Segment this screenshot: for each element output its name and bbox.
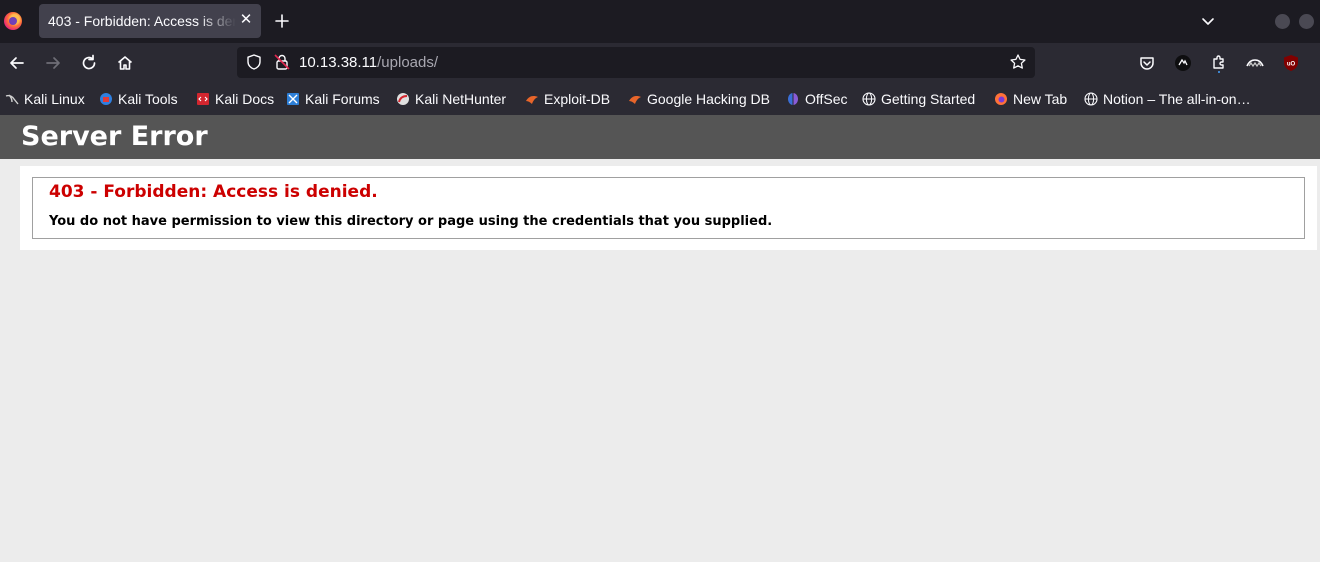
- error-fieldset: 403 - Forbidden: Access is denied. You d…: [32, 177, 1305, 239]
- offsec-icon: [788, 93, 798, 105]
- firefox-icon: [995, 93, 1007, 105]
- pocket-icon[interactable]: [1137, 53, 1157, 73]
- url-bar[interactable]: 10.13.38.11/uploads/: [237, 47, 1035, 78]
- bookmark-kali-nethunter[interactable]: Kali NetHunter: [396, 89, 506, 109]
- exploit-db-icon: [526, 96, 538, 104]
- minimize-button[interactable]: [1275, 14, 1290, 29]
- error-title: 403 - Forbidden: Access is denied.: [49, 182, 378, 202]
- active-tab[interactable]: 403 - Forbidden: Access is denied. ✕: [39, 4, 261, 38]
- extension-dino-icon[interactable]: [1173, 53, 1193, 73]
- bookmark-kali-linux[interactable]: Kali Linux: [5, 89, 85, 109]
- close-window-button[interactable]: [1299, 14, 1314, 29]
- page-title: Server Error: [21, 121, 208, 152]
- globe-icon: [862, 92, 876, 106]
- bookmark-exploit-db[interactable]: Exploit-DB: [525, 89, 610, 109]
- insecure-lock-icon[interactable]: [273, 53, 291, 71]
- globe-icon: [1084, 92, 1098, 106]
- navigation-toolbar: 10.13.38.11/uploads/ uO: [0, 43, 1320, 83]
- ublock-origin-icon[interactable]: uO: [1281, 53, 1301, 73]
- url-text[interactable]: 10.13.38.11/uploads/: [299, 54, 438, 71]
- shield-icon[interactable]: [245, 53, 263, 71]
- bookmark-kali-docs[interactable]: Kali Docs: [196, 89, 274, 109]
- back-arrow-icon[interactable]: [7, 53, 27, 73]
- kali-dragon-icon: [5, 94, 19, 105]
- tab-strip: 403 - Forbidden: Access is denied. ✕: [0, 0, 1320, 43]
- kali-forums-icon: [287, 93, 299, 105]
- bookmark-kali-tools[interactable]: Kali Tools: [99, 89, 178, 109]
- kali-docs-icon: [197, 93, 209, 105]
- bookmark-new-tab[interactable]: New Tab: [994, 89, 1067, 109]
- forward-arrow-icon[interactable]: [43, 53, 63, 73]
- bookmark-kali-forums[interactable]: Kali Forums: [286, 89, 380, 109]
- url-host: 10.13.38.11: [299, 54, 378, 71]
- kali-tools-icon: [100, 93, 112, 105]
- extensions-puzzle-icon[interactable]: [1209, 53, 1229, 73]
- bookmark-notion[interactable]: Notion – The all-in-on…: [1084, 89, 1251, 109]
- url-path: /uploads/: [377, 54, 439, 71]
- plus-icon[interactable]: [272, 11, 292, 31]
- bookmark-offsec[interactable]: OffSec: [786, 89, 848, 109]
- error-message: You do not have permission to view this …: [49, 214, 773, 229]
- extension-wappalyzer-icon[interactable]: [1245, 53, 1265, 73]
- reload-icon[interactable]: [79, 53, 99, 73]
- svg-text:uO: uO: [1287, 62, 1296, 68]
- firefox-icon[interactable]: [4, 12, 22, 30]
- close-icon[interactable]: ✕: [238, 12, 254, 28]
- tab-title: 403 - Forbidden: Access is denied.: [48, 13, 236, 29]
- page-viewport: Server Error 403 - Forbidden: Access is …: [0, 115, 1320, 562]
- bookmark-google-hacking-db[interactable]: Google Hacking DB: [628, 89, 770, 109]
- ghdb-icon: [629, 96, 641, 104]
- kali-nethunter-icon: [397, 93, 409, 105]
- chevron-down-icon[interactable]: [1200, 13, 1216, 29]
- error-header: Server Error: [0, 115, 1320, 159]
- bookmark-getting-started[interactable]: Getting Started: [862, 89, 975, 109]
- star-icon[interactable]: [1009, 53, 1027, 71]
- home-icon[interactable]: [115, 53, 135, 73]
- error-content: 403 - Forbidden: Access is denied. You d…: [20, 166, 1317, 250]
- bookmarks-toolbar: Kali Linux Kali Tools Kali Docs Kali For…: [0, 83, 1320, 115]
